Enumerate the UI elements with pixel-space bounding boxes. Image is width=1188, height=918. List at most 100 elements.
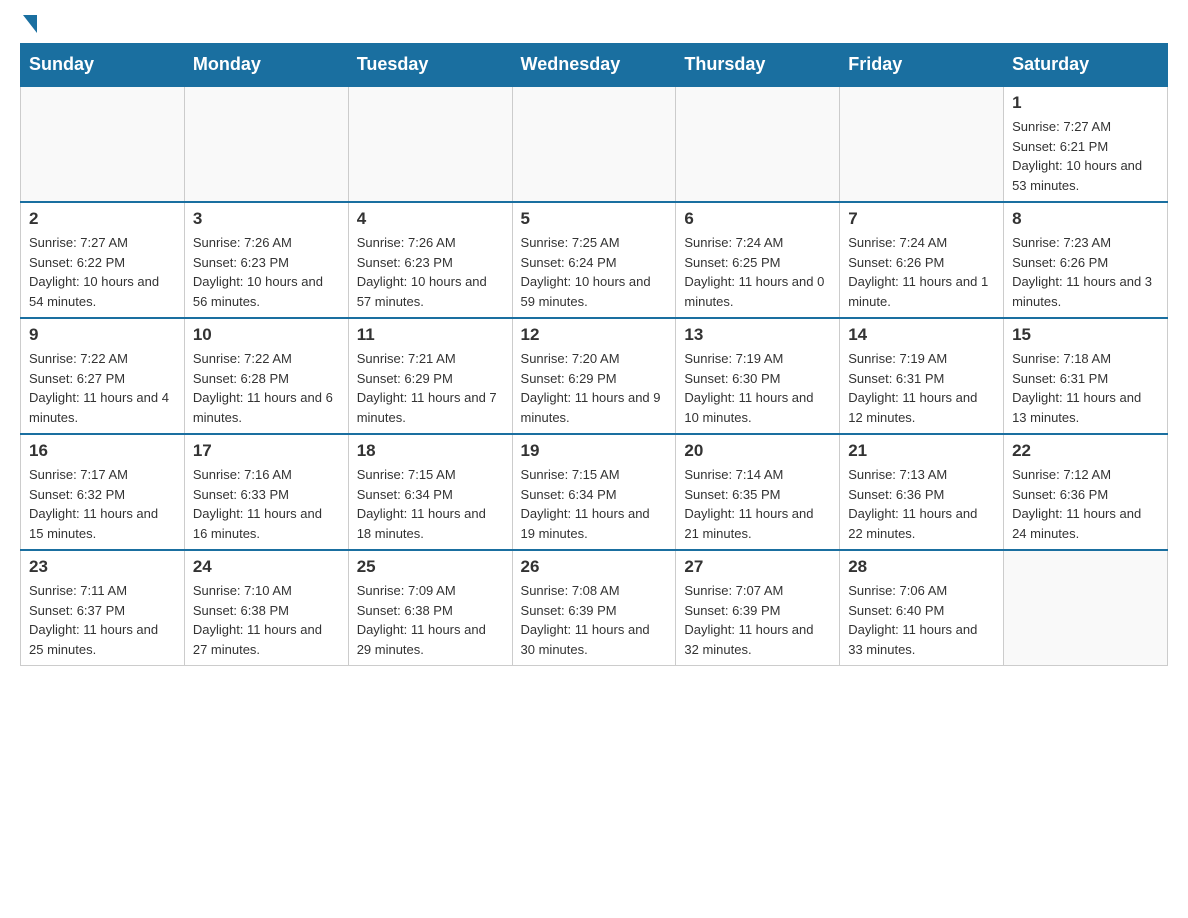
day-number: 26: [521, 557, 668, 577]
day-number: 13: [684, 325, 831, 345]
calendar-cell: [184, 86, 348, 202]
logo-arrow-icon: [23, 15, 37, 33]
day-info: Sunrise: 7:07 AMSunset: 6:39 PMDaylight:…: [684, 581, 831, 659]
day-info: Sunrise: 7:15 AMSunset: 6:34 PMDaylight:…: [521, 465, 668, 543]
day-info: Sunrise: 7:16 AMSunset: 6:33 PMDaylight:…: [193, 465, 340, 543]
calendar-cell: [840, 86, 1004, 202]
calendar-cell: 25 Sunrise: 7:09 AMSunset: 6:38 PMDayligh…: [348, 550, 512, 666]
day-info: Sunrise: 7:20 AMSunset: 6:29 PMDaylight:…: [521, 349, 668, 427]
calendar-cell: 18Sunrise: 7:15 AMSunset: 6:34 PMDayligh…: [348, 434, 512, 550]
day-info: Sunrise: 7:12 AMSunset: 6:36 PMDaylight:…: [1012, 465, 1159, 543]
day-number: 7: [848, 209, 995, 229]
calendar-cell: 8 Sunrise: 7:23 AMSunset: 6:26 PMDaylight…: [1004, 202, 1168, 318]
day-number: 21: [848, 441, 995, 461]
day-number: 1: [1012, 93, 1159, 113]
weekday-header-wednesday: Wednesday: [512, 44, 676, 87]
weekday-header-monday: Monday: [184, 44, 348, 87]
day-info: Sunrise: 7:22 AMSunset: 6:27 PMDaylight:…: [29, 349, 176, 427]
day-number: 16: [29, 441, 176, 461]
logo: [20, 20, 37, 33]
day-info: Sunrise: 7:09 AMSunset: 6:38 PMDaylight:…: [357, 581, 504, 659]
week-row-5: 23Sunrise: 7:11 AMSunset: 6:37 PMDayligh…: [21, 550, 1168, 666]
calendar-cell: 7 Sunrise: 7:24 AMSunset: 6:26 PMDaylight…: [840, 202, 1004, 318]
calendar-cell: 27 Sunrise: 7:07 AMSunset: 6:39 PMDayligh…: [676, 550, 840, 666]
day-info: Sunrise: 7:24 AMSunset: 6:26 PMDaylight:…: [848, 233, 995, 311]
calendar-cell: 3Sunrise: 7:26 AMSunset: 6:23 PMDaylight…: [184, 202, 348, 318]
calendar-cell: 15 Sunrise: 7:18 AMSunset: 6:31 PMDayligh…: [1004, 318, 1168, 434]
day-info: Sunrise: 7:06 AMSunset: 6:40 PMDaylight:…: [848, 581, 995, 659]
calendar-cell: 4 Sunrise: 7:26 AMSunset: 6:23 PMDaylight…: [348, 202, 512, 318]
calendar-cell: 11 Sunrise: 7:21 AMSunset: 6:29 PMDayligh…: [348, 318, 512, 434]
day-info: Sunrise: 7:08 AMSunset: 6:39 PMDaylight:…: [521, 581, 668, 659]
day-number: 4: [357, 209, 504, 229]
day-number: 23: [29, 557, 176, 577]
page-header: [20, 20, 1168, 33]
day-number: 5: [521, 209, 668, 229]
calendar-cell: 26 Sunrise: 7:08 AMSunset: 6:39 PMDayligh…: [512, 550, 676, 666]
week-row-3: 9 Sunrise: 7:22 AMSunset: 6:27 PMDaylight…: [21, 318, 1168, 434]
week-row-1: 1 Sunrise: 7:27 AMSunset: 6:21 PMDaylight…: [21, 86, 1168, 202]
calendar-cell: 2Sunrise: 7:27 AMSunset: 6:22 PMDaylight…: [21, 202, 185, 318]
calendar-cell: 9 Sunrise: 7:22 AMSunset: 6:27 PMDaylight…: [21, 318, 185, 434]
day-number: 17: [193, 441, 340, 461]
calendar-cell: 16 Sunrise: 7:17 AMSunset: 6:32 PMDayligh…: [21, 434, 185, 550]
day-info: Sunrise: 7:26 AMSunset: 6:23 PMDaylight:…: [193, 233, 340, 311]
day-info: Sunrise: 7:22 AMSunset: 6:28 PMDaylight:…: [193, 349, 340, 427]
weekday-header-row: SundayMondayTuesdayWednesdayThursdayFrid…: [21, 44, 1168, 87]
calendar-cell: 13Sunrise: 7:19 AMSunset: 6:30 PMDayligh…: [676, 318, 840, 434]
weekday-header-saturday: Saturday: [1004, 44, 1168, 87]
week-row-4: 16 Sunrise: 7:17 AMSunset: 6:32 PMDayligh…: [21, 434, 1168, 550]
day-number: 12: [521, 325, 668, 345]
calendar-cell: 5 Sunrise: 7:25 AMSunset: 6:24 PMDaylight…: [512, 202, 676, 318]
calendar-cell: 20 Sunrise: 7:14 AMSunset: 6:35 PMDayligh…: [676, 434, 840, 550]
day-info: Sunrise: 7:13 AMSunset: 6:36 PMDaylight:…: [848, 465, 995, 543]
calendar-cell: 6 Sunrise: 7:24 AMSunset: 6:25 PMDaylight…: [676, 202, 840, 318]
calendar-cell: 24 Sunrise: 7:10 AMSunset: 6:38 PMDayligh…: [184, 550, 348, 666]
day-info: Sunrise: 7:26 AMSunset: 6:23 PMDaylight:…: [357, 233, 504, 311]
calendar-cell: [512, 86, 676, 202]
weekday-header-friday: Friday: [840, 44, 1004, 87]
weekday-header-thursday: Thursday: [676, 44, 840, 87]
calendar-cell: 19 Sunrise: 7:15 AMSunset: 6:34 PMDayligh…: [512, 434, 676, 550]
day-number: 20: [684, 441, 831, 461]
day-info: Sunrise: 7:23 AMSunset: 6:26 PMDaylight:…: [1012, 233, 1159, 311]
calendar-cell: 23Sunrise: 7:11 AMSunset: 6:37 PMDayligh…: [21, 550, 185, 666]
weekday-header-sunday: Sunday: [21, 44, 185, 87]
day-number: 28: [848, 557, 995, 577]
calendar-cell: 10 Sunrise: 7:22 AMSunset: 6:28 PMDayligh…: [184, 318, 348, 434]
day-info: Sunrise: 7:10 AMSunset: 6:38 PMDaylight:…: [193, 581, 340, 659]
calendar-cell: 14Sunrise: 7:19 AMSunset: 6:31 PMDayligh…: [840, 318, 1004, 434]
day-info: Sunrise: 7:18 AMSunset: 6:31 PMDaylight:…: [1012, 349, 1159, 427]
day-number: 25: [357, 557, 504, 577]
calendar-cell: [676, 86, 840, 202]
day-info: Sunrise: 7:27 AMSunset: 6:22 PMDaylight:…: [29, 233, 176, 311]
day-number: 18: [357, 441, 504, 461]
calendar-cell: 28 Sunrise: 7:06 AMSunset: 6:40 PMDayligh…: [840, 550, 1004, 666]
day-info: Sunrise: 7:25 AMSunset: 6:24 PMDaylight:…: [521, 233, 668, 311]
day-number: 11: [357, 325, 504, 345]
calendar-cell: 22 Sunrise: 7:12 AMSunset: 6:36 PMDayligh…: [1004, 434, 1168, 550]
day-number: 27: [684, 557, 831, 577]
day-info: Sunrise: 7:27 AMSunset: 6:21 PMDaylight:…: [1012, 117, 1159, 195]
day-number: 22: [1012, 441, 1159, 461]
calendar-cell: 17 Sunrise: 7:16 AMSunset: 6:33 PMDayligh…: [184, 434, 348, 550]
calendar-cell: [1004, 550, 1168, 666]
weekday-header-tuesday: Tuesday: [348, 44, 512, 87]
day-number: 8: [1012, 209, 1159, 229]
day-info: Sunrise: 7:24 AMSunset: 6:25 PMDaylight:…: [684, 233, 831, 311]
calendar-cell: 21 Sunrise: 7:13 AMSunset: 6:36 PMDayligh…: [840, 434, 1004, 550]
day-number: 10: [193, 325, 340, 345]
day-number: 6: [684, 209, 831, 229]
calendar-table: SundayMondayTuesdayWednesdayThursdayFrid…: [20, 43, 1168, 666]
day-number: 14: [848, 325, 995, 345]
day-info: Sunrise: 7:17 AMSunset: 6:32 PMDaylight:…: [29, 465, 176, 543]
day-info: Sunrise: 7:21 AMSunset: 6:29 PMDaylight:…: [357, 349, 504, 427]
day-number: 24: [193, 557, 340, 577]
week-row-2: 2Sunrise: 7:27 AMSunset: 6:22 PMDaylight…: [21, 202, 1168, 318]
day-number: 19: [521, 441, 668, 461]
calendar-cell: [348, 86, 512, 202]
day-number: 15: [1012, 325, 1159, 345]
day-number: 9: [29, 325, 176, 345]
day-info: Sunrise: 7:14 AMSunset: 6:35 PMDaylight:…: [684, 465, 831, 543]
calendar-cell: 12 Sunrise: 7:20 AMSunset: 6:29 PMDayligh…: [512, 318, 676, 434]
